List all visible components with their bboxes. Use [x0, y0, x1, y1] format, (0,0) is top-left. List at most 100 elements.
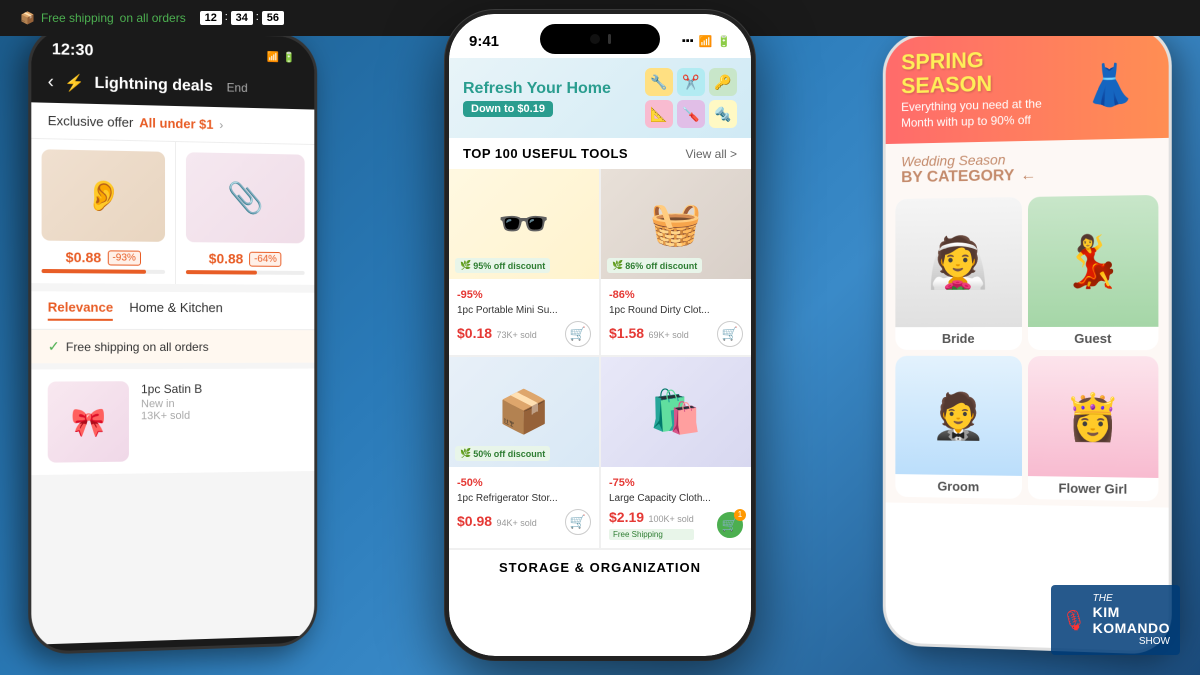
kim-komando-watermark: 🎙 THE KIM KOMANDO SHOW — [1051, 585, 1180, 655]
bags-discount-pct: -75% — [609, 477, 635, 489]
komando-name: KOMANDO — [1093, 620, 1170, 636]
list-product-item[interactable]: 🎀 1pc Satin B New in 13K+ sold — [31, 369, 314, 476]
lightning-icon: ⚡ — [64, 72, 84, 93]
spring-season-title: SPRING SEASON — [901, 46, 1068, 99]
top100-title: TOP 100 USEFUL TOOLS — [463, 146, 628, 161]
flower-girl-label: Flower Girl — [1059, 477, 1128, 501]
fashion-banner-image: 👗 — [1068, 43, 1152, 126]
phone-center: 9:41 ▪▪▪ 📶 🔋 Refresh Your Home Down to $… — [445, 10, 755, 660]
tab-relevance[interactable]: Relevance — [48, 299, 113, 320]
spring-banner-price: Month with up to 90% off — [901, 112, 1068, 130]
tool-icon-4: 📐 — [645, 100, 673, 128]
battery-icon: 🔋 — [717, 35, 731, 48]
list-product-info: 1pc Satin B New in 13K+ sold — [141, 380, 299, 422]
ear-product-image: 👂 — [42, 149, 165, 242]
bride-category-card[interactable]: 👰 Bride — [895, 197, 1022, 350]
basket-cart-button[interactable]: 🛒 — [717, 321, 743, 347]
product-card-storage[interactable]: 📦 🌿 50% off discount -50% 1pc Refrigerat… — [449, 357, 599, 548]
bags-cart-button[interactable]: 🛒 1 — [717, 512, 743, 538]
list-product-name: 1pc Satin B — [141, 380, 299, 398]
refresh-home-banner[interactable]: Refresh Your Home Down to $0.19 🔧 ✂️ 🔑 📐… — [449, 58, 751, 138]
storage-discount-pct: -50% — [457, 477, 483, 489]
ear-discount-badge: -93% — [107, 250, 141, 265]
ear-price-row: $0.88 -93% — [66, 249, 141, 266]
ear-progress-fill — [42, 269, 147, 274]
glasses-sold: 73K+ sold — [497, 330, 537, 340]
groom-category-card[interactable]: 🤵 Groom — [895, 356, 1022, 499]
flower-girl-category-card[interactable]: 👸 Flower Girl — [1028, 356, 1158, 501]
glasses-bottom-row: $0.18 73K+ sold 🛒 — [457, 321, 591, 347]
top-fashion-grid: 👰 Bride 💃 Guest — [895, 195, 1158, 350]
back-button[interactable]: ‹ — [48, 71, 54, 92]
list-sold-count: 13K+ sold — [141, 409, 299, 422]
free-shipping-banner: ✓ Free shipping on all orders — [31, 329, 314, 364]
basket-bottom-row: $1.58 69K+ sold 🛒 — [609, 321, 743, 347]
phone-left: 12:30 📶 🔋 ‹ ⚡ Lightning deals End Exclus… — [28, 25, 317, 655]
show-label: SHOW — [1093, 636, 1170, 647]
clips-discount-badge: -64% — [249, 251, 282, 266]
exclusive-price: All under $1 — [139, 115, 213, 132]
product-card-basket[interactable]: 🧺 🌿 86% off discount -86% 1pc Round Dirt… — [601, 169, 751, 355]
end-label: End — [227, 80, 248, 94]
tool-icon-5: 🪛 — [677, 100, 705, 128]
storage-bottom-row: $0.98 94K+ sold 🛒 — [457, 509, 591, 535]
glasses-price: $0.18 — [457, 325, 492, 341]
wifi-icon: 📶 — [699, 35, 713, 48]
clips-progress-bar — [185, 270, 304, 275]
bags-name: Large Capacity Cloth... — [609, 492, 743, 505]
clips-price: $0.88 — [209, 250, 244, 266]
the-text: THE — [1093, 593, 1170, 604]
free-shipping-text: 📦 Free shipping on all orders 12 : 34 : … — [20, 11, 284, 25]
glasses-product-image: 🕶️ 🌿 95% off discount — [449, 169, 599, 279]
check-icon: ✓ — [48, 338, 60, 355]
left-product-card-ear[interactable]: 👂 $0.88 -93% — [31, 139, 174, 284]
storage-cart-button[interactable]: 🛒 — [565, 509, 591, 535]
ear-progress-bar — [42, 269, 165, 274]
ear-price: $0.88 — [66, 249, 102, 265]
exclusive-offer-bar[interactable]: Exclusive offer All under $1 › — [31, 102, 314, 145]
clips-price-row: $0.88 -64% — [209, 250, 282, 267]
signal-icon: ▪▪▪ — [682, 35, 694, 47]
view-all-link[interactable]: View all > — [686, 147, 737, 161]
basket-discount-tag: 🌿 86% off discount — [607, 258, 702, 273]
exclusive-label: Exclusive offer — [48, 113, 134, 130]
phone-notch — [540, 24, 660, 54]
basket-product-image: 🧺 🌿 86% off discount — [601, 169, 751, 279]
storage-discount-tag: 🌿 50% off discount — [455, 446, 550, 461]
left-product-card-clips[interactable]: 📎 $0.88 -64% — [175, 142, 314, 285]
bags-img-fill: 🛍️ — [601, 357, 751, 467]
category-arrow-icon: ← — [1020, 167, 1036, 185]
product-card-glasses[interactable]: 🕶️ 🌿 95% off discount -95% 1pc Portable … — [449, 169, 599, 355]
storage-info: -50% 1pc Refrigerator Stor... $0.98 94K+… — [449, 467, 599, 543]
free-shipping-label: Free shipping on all orders — [66, 339, 209, 353]
wedding-category-title: BY CATEGORY — [901, 168, 1014, 188]
clips-progress-fill — [185, 270, 257, 275]
tab-home-kitchen[interactable]: Home & Kitchen — [129, 300, 223, 321]
spring-season-banner: SPRING SEASON Everything you need at the… — [886, 28, 1169, 144]
spring-banner-sub: Everything you need at the — [901, 96, 1068, 114]
basket-info: -86% 1pc Round Dirty Clot... $1.58 69K+ … — [601, 279, 751, 355]
mic-icon: 🎙 — [1061, 608, 1086, 633]
lightning-deals-title: Lightning deals — [95, 74, 213, 95]
bride-category-image: 👰 — [895, 197, 1022, 327]
flower-girl-category-image: 👸 — [1028, 356, 1158, 478]
top100-section-header: TOP 100 USEFUL TOOLS View all > — [449, 138, 751, 169]
center-screen: 9:41 ▪▪▪ 📶 🔋 Refresh Your Home Down to $… — [449, 14, 751, 656]
face-id — [608, 34, 611, 44]
shipping-icon: 📦 — [20, 11, 35, 25]
guest-category-card[interactable]: 💃 Guest — [1028, 195, 1158, 350]
phone-right: SPRING SEASON Everything you need at the… — [883, 25, 1172, 655]
guest-label: Guest — [1074, 327, 1111, 350]
clips-product-image: 📎 — [185, 152, 304, 243]
center-product-grid: 🕶️ 🌿 95% off discount -95% 1pc Portable … — [449, 169, 751, 550]
bride-label: Bride — [942, 327, 975, 350]
left-time: 12:30 — [52, 41, 94, 61]
bags-price: $2.19 — [609, 509, 644, 525]
guest-category-image: 💃 — [1028, 195, 1158, 327]
wedding-categories: 👰 Bride 💃 Guest 🤵 Groom 👸 Flower Girl — [886, 189, 1169, 508]
basket-price: $1.58 — [609, 325, 644, 341]
storage-section-title: STORAGE & ORGANIZATION — [449, 552, 751, 583]
product-card-bags[interactable]: 🛍️ -75% Large Capacity Cloth... $2.19 10… — [601, 357, 751, 548]
glasses-cart-button[interactable]: 🛒 — [565, 321, 591, 347]
filter-tabs: Relevance Home & Kitchen — [31, 291, 314, 329]
